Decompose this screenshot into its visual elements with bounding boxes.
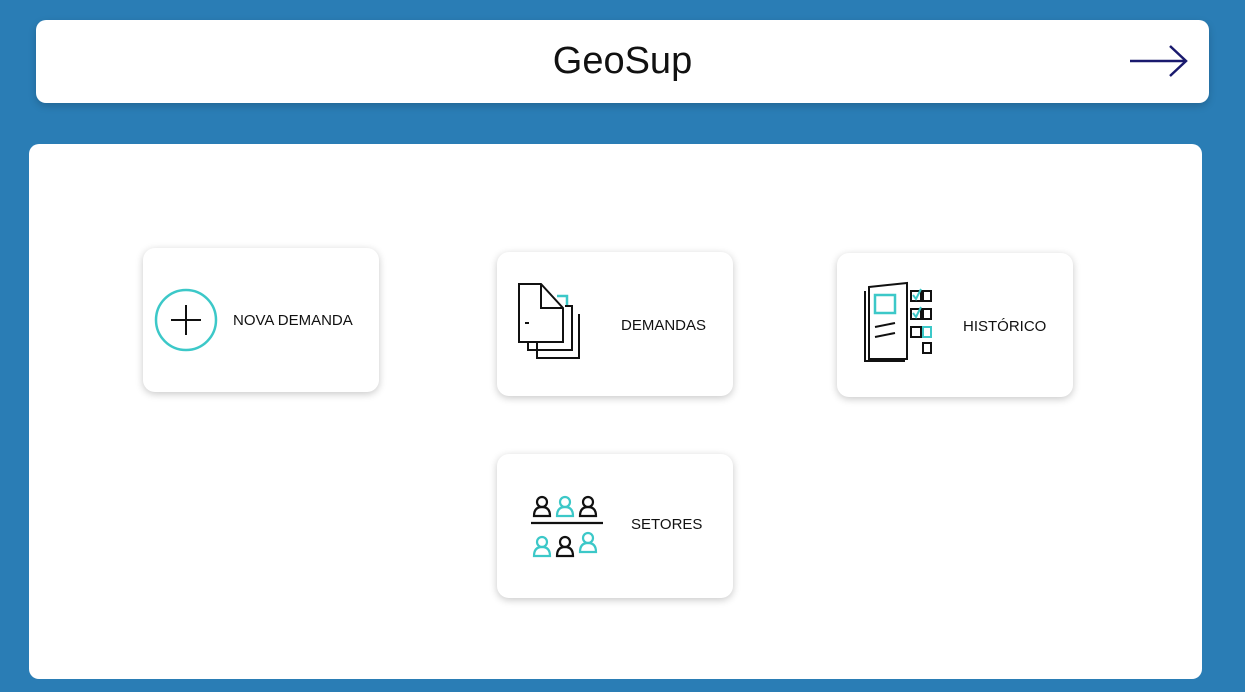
notebook-checklist-icon (864, 281, 932, 362)
nova-demanda-label: NOVA DEMANDA (233, 312, 353, 329)
people-sectors-icon (531, 495, 603, 558)
main-panel: NOVA DEMANDA DEMANDAS HISTÓRICO SETORES (29, 144, 1202, 679)
demandas-label: DEMANDAS (621, 317, 707, 334)
setores-label: SETORES (631, 516, 703, 533)
exit-button[interactable] (1127, 38, 1191, 84)
arrow-right-icon (1130, 45, 1188, 77)
setores-card[interactable]: SETORES (497, 454, 733, 598)
app-header: GeoSup (36, 20, 1209, 103)
nova-demanda-card[interactable]: NOVA DEMANDA (143, 248, 379, 392)
documents-stack-icon (518, 283, 580, 359)
plus-circle-icon (154, 288, 218, 352)
historico-card[interactable]: HISTÓRICO (837, 253, 1073, 397)
demandas-card[interactable]: DEMANDAS (497, 252, 733, 396)
historico-label: HISTÓRICO (963, 318, 1047, 335)
app-title: GeoSup (552, 40, 693, 82)
